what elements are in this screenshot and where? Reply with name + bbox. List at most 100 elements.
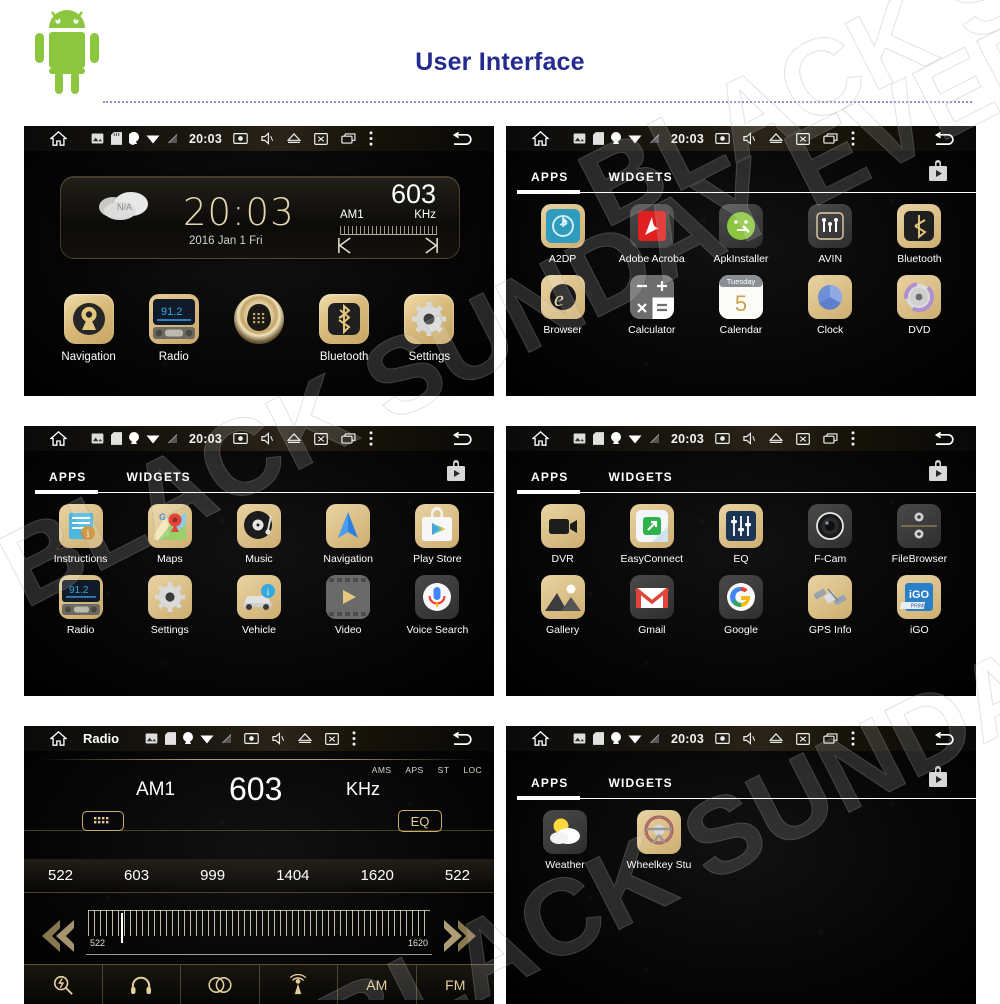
tab-widgets[interactable]: WIDGETS <box>608 170 672 184</box>
skip-previous-icon[interactable] <box>337 237 352 254</box>
flag-st[interactable]: ST <box>438 765 450 775</box>
mute-icon[interactable] <box>743 132 756 145</box>
app-cell-avin[interactable]: AVIN <box>786 204 875 265</box>
screen-off-icon[interactable] <box>796 132 810 145</box>
screen-off-icon[interactable] <box>796 732 810 745</box>
eject-icon[interactable] <box>768 433 783 444</box>
steering-wheel-icon[interactable] <box>637 810 681 854</box>
stereo-circles-icon[interactable] <box>181 965 260 1004</box>
app-cell-eq[interactable]: EQ <box>696 504 785 565</box>
a2dp-icon[interactable] <box>540 204 585 248</box>
recents-icon[interactable] <box>341 433 356 444</box>
preset-5[interactable]: 1620 <box>361 867 394 884</box>
app-cell-gallery[interactable]: Gallery <box>518 575 607 636</box>
eject-icon[interactable] <box>768 733 783 744</box>
preset-6[interactable]: 522 <box>445 867 470 884</box>
equalizer-sliders-icon[interactable] <box>718 504 763 548</box>
app-cell-dvr[interactable]: DVR <box>518 504 607 565</box>
adobe-acrobat-icon[interactable] <box>629 204 674 248</box>
app-cell-easyconnect[interactable]: EasyConnect <box>607 504 696 565</box>
camera-icon[interactable] <box>715 133 730 144</box>
play-store-bag-icon[interactable] <box>926 460 950 489</box>
tuner-scale[interactable] <box>88 910 430 943</box>
play-store-bag-icon[interactable] <box>926 766 950 795</box>
antenna-broadcast-icon[interactable] <box>260 965 338 1004</box>
band-am-button[interactable]: AM <box>338 965 417 1004</box>
app-cell-calendar[interactable]: Tuesday 5 Calendar <box>696 275 785 336</box>
app-cell-settings[interactable]: Settings <box>125 575 214 636</box>
preset-4[interactable]: 1404 <box>276 867 309 884</box>
tab-apps[interactable]: APPS <box>531 470 568 484</box>
app-cell-navigation[interactable]: Navigation <box>304 504 393 565</box>
radio-tuner-icon[interactable]: 91.2 <box>148 294 199 344</box>
app-cell-clock[interactable]: Clock <box>786 275 875 336</box>
app-cell-apkinstaller[interactable]: ApkInstaller <box>696 204 785 265</box>
vehicle-car-icon[interactable]: i <box>236 575 281 619</box>
navigation-pin-icon[interactable] <box>63 294 114 344</box>
front-camera-lens-icon[interactable] <box>808 504 853 548</box>
eject-icon[interactable] <box>768 133 783 144</box>
back-icon[interactable] <box>451 731 472 746</box>
gallery-mountain-icon[interactable] <box>540 575 585 619</box>
preset-3[interactable]: 999 <box>200 867 225 884</box>
app-cell-gps-info[interactable]: GPS Info <box>786 575 875 636</box>
tune-down-icon[interactable] <box>34 914 78 963</box>
skip-next-icon[interactable] <box>424 237 439 254</box>
home-icon[interactable] <box>50 731 67 746</box>
app-cell-gmail[interactable]: Gmail <box>607 575 696 636</box>
gps-satellite-icon[interactable] <box>808 575 853 619</box>
app-cell-a2dp[interactable]: A2DP <box>518 204 607 265</box>
screen-off-icon[interactable] <box>314 132 328 145</box>
tab-apps[interactable]: APPS <box>531 776 568 790</box>
tab-widgets[interactable]: WIDGETS <box>126 470 190 484</box>
camera-icon[interactable] <box>244 733 259 744</box>
browser-e-icon[interactable]: e <box>540 275 585 319</box>
recents-icon[interactable] <box>823 133 838 144</box>
band-fm-button[interactable]: FM <box>417 965 495 1004</box>
microphone-icon[interactable] <box>415 575 460 619</box>
apk-installer-icon[interactable] <box>718 204 763 248</box>
headphones-icon[interactable] <box>103 965 181 1004</box>
app-cell-weather[interactable]: Weather <box>518 810 612 871</box>
app-cell-vehicle[interactable]: i Vehicle <box>214 575 303 636</box>
mute-icon[interactable] <box>743 432 756 445</box>
mute-icon[interactable] <box>261 132 274 145</box>
camera-icon[interactable] <box>715 733 730 744</box>
overflow-menu-icon[interactable] <box>369 131 373 146</box>
overflow-menu-icon[interactable] <box>851 131 855 146</box>
play-store-bag-icon[interactable] <box>415 504 460 548</box>
eject-icon[interactable] <box>298 733 313 744</box>
app-cell-adobe-acrobat[interactable]: Adobe Acroba <box>607 204 696 265</box>
app-cell-bluetooth[interactable]: Bluetooth <box>875 204 964 265</box>
google-g-icon[interactable] <box>718 575 763 619</box>
back-icon[interactable] <box>451 431 472 446</box>
app-cell-google[interactable]: Google <box>696 575 785 636</box>
camera-icon[interactable] <box>715 433 730 444</box>
home-icon[interactable] <box>50 431 67 446</box>
dvd-disc-icon[interactable] <box>897 275 942 319</box>
dock-item-app-drawer[interactable] <box>221 294 297 363</box>
home-icon[interactable] <box>532 731 549 746</box>
gmail-envelope-icon[interactable] <box>629 575 674 619</box>
app-cell-music[interactable]: Music <box>214 504 303 565</box>
tab-apps[interactable]: APPS <box>531 170 568 184</box>
scan-search-icon[interactable] <box>24 965 103 1004</box>
bluetooth-icon[interactable] <box>897 204 942 248</box>
app-cell-voice-search[interactable]: Voice Search <box>393 575 482 636</box>
file-browser-icon[interactable] <box>897 504 942 548</box>
back-icon[interactable] <box>933 731 954 746</box>
home-icon[interactable] <box>532 431 549 446</box>
overflow-menu-icon[interactable] <box>352 731 356 746</box>
overflow-menu-icon[interactable] <box>851 731 855 746</box>
app-cell-radio[interactable]: 91.2 Radio <box>36 575 125 636</box>
tune-up-icon[interactable] <box>440 914 484 963</box>
eject-icon[interactable] <box>286 133 301 144</box>
camera-icon[interactable] <box>233 433 248 444</box>
gear-icon[interactable] <box>404 294 455 344</box>
play-store-bag-icon[interactable] <box>926 160 950 189</box>
app-cell-f-cam[interactable]: F-Cam <box>786 504 875 565</box>
overflow-menu-icon[interactable] <box>369 431 373 446</box>
app-cell-wheelkey-study[interactable]: Wheelkey Stu <box>612 810 706 871</box>
screen-off-icon[interactable] <box>796 432 810 445</box>
preset-grid-icon[interactable] <box>82 811 124 831</box>
